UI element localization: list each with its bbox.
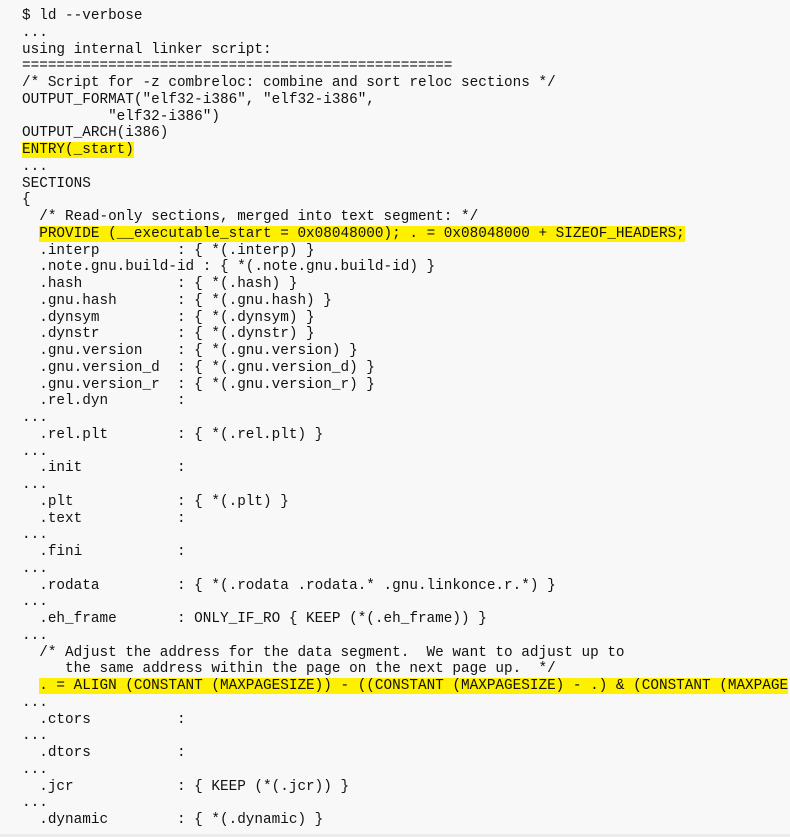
code-line: .rel.plt : { *(.rel.plt) } xyxy=(22,426,324,443)
code-line: "elf32-i386") xyxy=(22,108,220,125)
code-line: SECTIONS xyxy=(22,175,91,192)
code-line: .note.gnu.build-id : { *(.note.gnu.build… xyxy=(22,259,436,276)
code-line: .gnu.hash : { *(.gnu.hash) } xyxy=(22,292,332,309)
code-line: OUTPUT_ARCH(i386) xyxy=(22,125,169,142)
code-line: .hash : { *(.hash) } xyxy=(22,276,298,292)
code-line: .eh_frame : ONLY_IF_RO { KEEP (*(.eh_fra… xyxy=(22,611,487,627)
code-line: ... xyxy=(22,795,48,812)
code-line: ... xyxy=(22,443,48,460)
code-line: .jcr : { KEEP (*(.jcr)) } xyxy=(22,778,350,795)
code-line: ... xyxy=(22,694,48,711)
code-line: .interp : { *(.interp) } xyxy=(22,242,315,259)
code-line: /* Read-only sections, merged into text … xyxy=(22,209,479,225)
code-line: .plt : { *(.plt) } xyxy=(22,493,289,510)
code-line: ========================================… xyxy=(22,58,453,75)
code-line: ... xyxy=(22,527,48,544)
code-line: .rodata : { *(.rodata .rodata.* .gnu.lin… xyxy=(22,577,556,594)
code-line: .fini : xyxy=(22,544,186,560)
code-line: .init : xyxy=(22,460,186,477)
code-line: .dynstr : { *(.dynstr) } xyxy=(22,326,315,343)
code-line: ... xyxy=(22,158,48,175)
highlight-mark: . = ALIGN (CONSTANT (MAXPAGESIZE)) - ((C… xyxy=(39,678,789,694)
code-line: ... xyxy=(22,24,48,41)
code-line: ... xyxy=(22,627,48,644)
code-line: /* Adjust the address for the data segme… xyxy=(22,644,625,661)
code-line: /* Script for -z combreloc: combine and … xyxy=(22,75,556,91)
code-line: ... xyxy=(22,410,48,426)
code-line: .gnu.version_d : { *(.gnu.version_d) } xyxy=(22,359,375,376)
code-line: .gnu.version : { *(.gnu.version) } xyxy=(22,343,358,359)
highlight-mark: PROVIDE (__executable_start = 0x08048000… xyxy=(39,225,685,242)
code-line: { xyxy=(22,192,31,209)
code-line: .dtors : xyxy=(22,745,186,761)
linker-script-output: $ ld --verbose... using internal linker s… xyxy=(22,8,789,829)
highlighted-code-line: PROVIDE (__executable_start = 0x08048000… xyxy=(22,225,788,243)
code-line: .dynamic : { *(.dynamic) } xyxy=(22,812,324,828)
highlighted-code-line: . = ALIGN (CONSTANT (MAXPAGESIZE)) - ((C… xyxy=(22,678,789,695)
code-line: ... xyxy=(22,728,48,745)
code-line: ... xyxy=(22,477,48,493)
highlight-mark: ENTRY(_start) xyxy=(22,142,134,158)
highlighted-code-line: ENTRY(_start) xyxy=(22,142,788,159)
code-line: using internal linker script: xyxy=(22,41,272,58)
code-line: .gnu.version_r : { *(.gnu.version_r) } xyxy=(22,376,375,393)
code-block: $ ld --verbose... using internal linker s… xyxy=(0,0,790,834)
code-line: .ctors : xyxy=(22,711,186,728)
code-line: .dynsym : { *(.dynsym) } xyxy=(22,309,315,326)
code-line: ... xyxy=(22,594,48,611)
code-line: ... xyxy=(22,761,48,778)
code-line: ... xyxy=(22,560,48,577)
code-line: OUTPUT_FORMAT("elf32-i386", "elf32-i386"… xyxy=(22,91,375,108)
code-line: .rel.dyn : xyxy=(22,393,186,410)
code-line: .text : xyxy=(22,510,186,527)
code-line: $ ld --verbose xyxy=(22,8,143,24)
code-line: the same address within the page on the … xyxy=(22,661,556,678)
